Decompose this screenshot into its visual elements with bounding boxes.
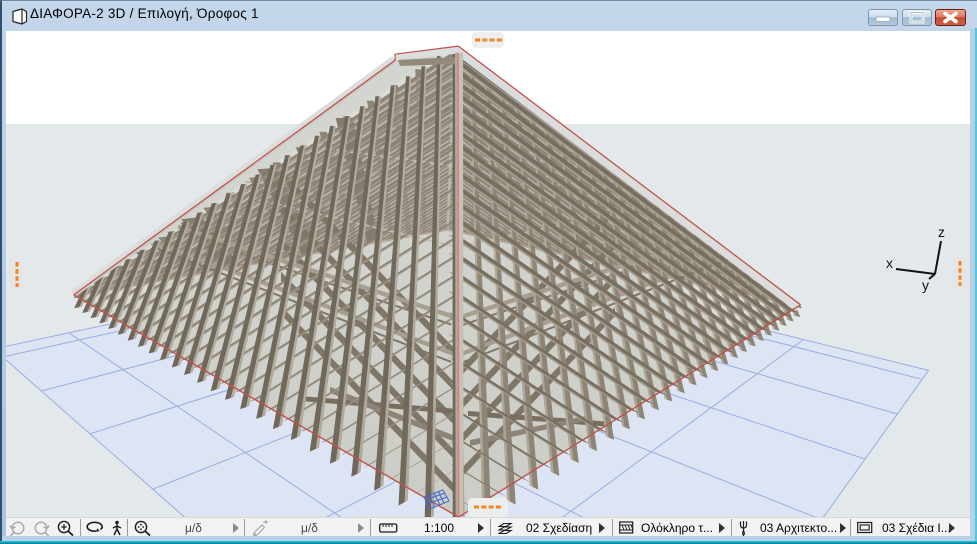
svg-text:z: z: [938, 224, 945, 240]
svg-text:x: x: [886, 255, 893, 271]
svg-text:y: y: [922, 277, 929, 293]
